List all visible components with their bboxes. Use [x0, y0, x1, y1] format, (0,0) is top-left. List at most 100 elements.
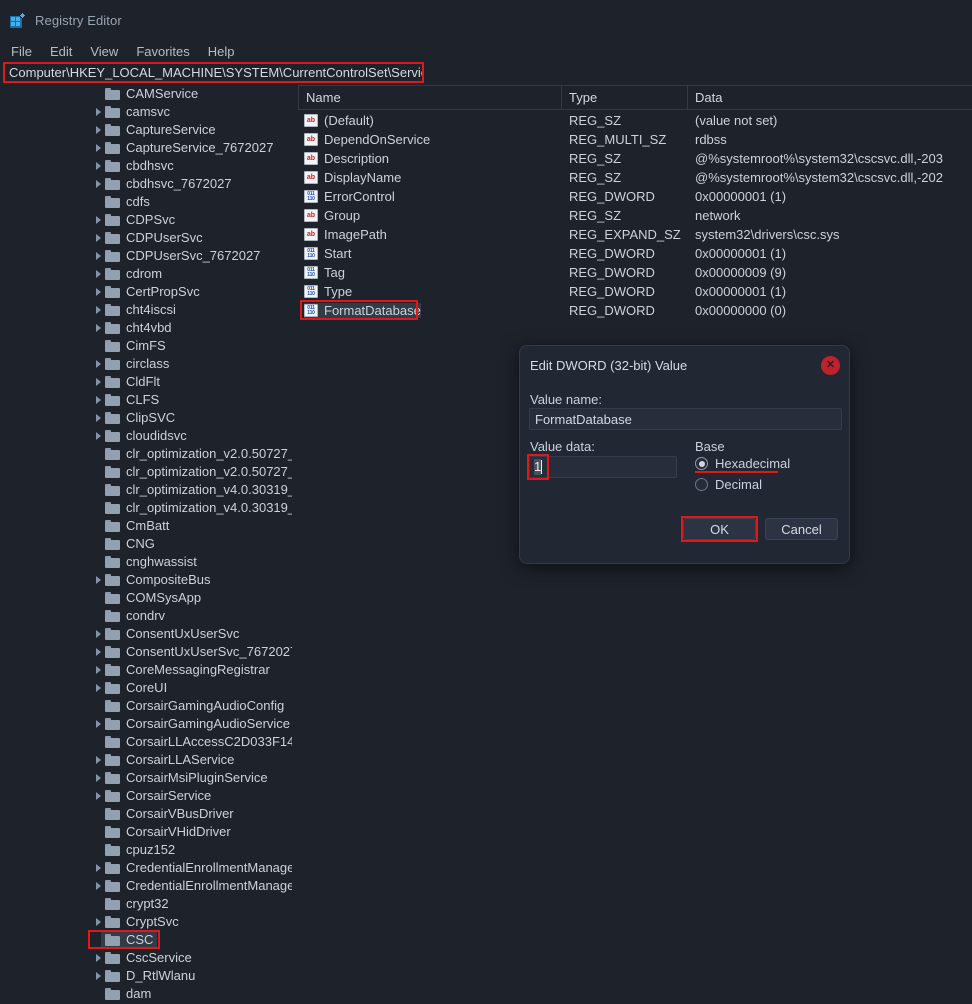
tree-item[interactable]: CorsairLLAccessC2D033F1471 [0, 733, 292, 751]
expand-chevron-icon[interactable] [92, 180, 105, 188]
menu-file[interactable]: File [2, 43, 41, 60]
tree-item[interactable]: CryptSvc [0, 913, 292, 931]
expand-chevron-icon[interactable] [92, 918, 105, 926]
value-name-input[interactable] [529, 408, 842, 430]
tree-item[interactable]: cbdhsvc [0, 157, 292, 175]
tree-item[interactable]: CorsairGamingAudioConfig [0, 697, 292, 715]
tree-item[interactable]: ConsentUxUserSvc_7672027 [0, 643, 292, 661]
registry-tree-pane[interactable]: CAMService camsvc CaptureService CaptureSer… [0, 85, 292, 1004]
expand-chevron-icon[interactable] [92, 954, 105, 962]
tree-item[interactable]: CAMService [0, 85, 292, 103]
tree-item[interactable]: CmBatt [0, 517, 292, 535]
expand-chevron-icon[interactable] [92, 882, 105, 890]
expand-chevron-icon[interactable] [92, 360, 105, 368]
expand-chevron-icon[interactable] [92, 720, 105, 728]
table-row[interactable]: 011 110 FormatDatabase REG_DWORD 0x00000000 … [298, 300, 972, 320]
expand-chevron-icon[interactable] [92, 288, 105, 296]
table-row[interactable]: 011 110 Start REG_DWORD 0x00000001 (1) [298, 244, 972, 263]
tree-item[interactable]: D_RtlWlanu [0, 967, 292, 985]
tree-item[interactable]: CimFS [0, 337, 292, 355]
value-data-input[interactable]: 1 [529, 456, 677, 478]
tree-item[interactable]: clr_optimization_v4.0.30319_6 [0, 499, 292, 517]
tree-item[interactable]: CertPropSvc [0, 283, 292, 301]
tree-item[interactable]: camsvc [0, 103, 292, 121]
tree-item[interactable]: clr_optimization_v2.0.50727_3 [0, 445, 292, 463]
ok-button[interactable]: OK [683, 518, 756, 540]
table-row[interactable]: ab DisplayName REG_SZ @%systemroot%\system3… [298, 168, 972, 187]
tree-item[interactable]: circlass [0, 355, 292, 373]
menu-help[interactable]: Help [199, 43, 244, 60]
expand-chevron-icon[interactable] [92, 432, 105, 440]
expand-chevron-icon[interactable] [92, 396, 105, 404]
menu-view[interactable]: View [81, 43, 127, 60]
expand-chevron-icon[interactable] [92, 270, 105, 278]
expand-chevron-icon[interactable] [92, 972, 105, 980]
tree-item[interactable]: CDPUserSvc_7672027 [0, 247, 292, 265]
expand-chevron-icon[interactable] [92, 306, 105, 314]
expand-chevron-icon[interactable] [92, 576, 105, 584]
tree-item[interactable]: COMSysApp [0, 589, 292, 607]
tree-item[interactable]: crypt32 [0, 895, 292, 913]
tree-item[interactable]: CaptureService [0, 121, 292, 139]
expand-chevron-icon[interactable] [92, 378, 105, 386]
tree-item[interactable]: clr_optimization_v2.0.50727_6 [0, 463, 292, 481]
tree-item[interactable]: CldFlt [0, 373, 292, 391]
tree-item[interactable]: cpuz152 [0, 841, 292, 859]
tree-item[interactable]: CredentialEnrollmentManage [0, 877, 292, 895]
expand-chevron-icon[interactable] [92, 324, 105, 332]
menu-edit[interactable]: Edit [41, 43, 81, 60]
column-header-data[interactable]: Data [688, 84, 972, 110]
tree-item[interactable]: CDPSvc [0, 211, 292, 229]
tree-item[interactable]: CorsairMsiPluginService [0, 769, 292, 787]
table-row[interactable]: 011 110 Type REG_DWORD 0x00000001 (1) [298, 282, 972, 301]
tree-item[interactable]: CSC [0, 930, 292, 949]
table-row[interactable]: ab Description REG_SZ @%systemroot%\system3… [298, 149, 972, 168]
tree-item[interactable]: CaptureService_7672027 [0, 139, 292, 157]
tree-item[interactable]: cht4vbd [0, 319, 292, 337]
table-row[interactable]: ab Group REG_SZ network [298, 206, 972, 225]
tree-item[interactable]: ClipSVC [0, 409, 292, 427]
table-row[interactable]: ab ImagePath REG_EXPAND_SZ system32\drivers… [298, 225, 972, 244]
column-header-name[interactable]: Name [298, 84, 562, 110]
table-row[interactable]: ab (Default) REG_SZ (value not set) [298, 111, 972, 130]
expand-chevron-icon[interactable] [92, 774, 105, 782]
tree-item[interactable]: CoreMessagingRegistrar [0, 661, 292, 679]
tree-item[interactable]: CompositeBus [0, 571, 292, 589]
expand-chevron-icon[interactable] [92, 234, 105, 242]
expand-chevron-icon[interactable] [92, 108, 105, 116]
table-row[interactable]: 011 110 Tag REG_DWORD 0x00000009 (9) [298, 263, 972, 282]
cancel-button[interactable]: Cancel [765, 518, 838, 540]
tree-item[interactable]: ConsentUxUserSvc [0, 625, 292, 643]
registry-path-input[interactable]: Computer\HKEY_LOCAL_MACHINE\SYSTEM\Curre… [3, 62, 424, 83]
tree-item[interactable]: CDPUserSvc [0, 229, 292, 247]
expand-chevron-icon[interactable] [92, 414, 105, 422]
radio-decimal[interactable]: Decimal [695, 477, 762, 492]
tree-item[interactable]: cht4iscsi [0, 301, 292, 319]
tree-item[interactable]: cnghwassist [0, 553, 292, 571]
expand-chevron-icon[interactable] [92, 864, 105, 872]
radio-hexadecimal[interactable]: Hexadecimal [695, 456, 790, 471]
expand-chevron-icon[interactable] [92, 144, 105, 152]
tree-item[interactable]: clr_optimization_v4.0.30319_3 [0, 481, 292, 499]
expand-chevron-icon[interactable] [92, 756, 105, 764]
tree-item[interactable]: CorsairVHidDriver [0, 823, 292, 841]
expand-chevron-icon[interactable] [92, 252, 105, 260]
column-header-type[interactable]: Type [562, 84, 688, 110]
expand-chevron-icon[interactable] [92, 684, 105, 692]
expand-chevron-icon[interactable] [92, 648, 105, 656]
expand-chevron-icon[interactable] [92, 666, 105, 674]
tree-item[interactable]: cloudidsvc [0, 427, 292, 445]
menu-favorites[interactable]: Favorites [127, 43, 198, 60]
tree-item[interactable]: condrv [0, 607, 292, 625]
table-row[interactable]: ab DependOnService REG_MULTI_SZ rdbss [298, 130, 972, 149]
expand-chevron-icon[interactable] [92, 126, 105, 134]
tree-item[interactable]: CNG [0, 535, 292, 553]
tree-item[interactable]: CLFS [0, 391, 292, 409]
tree-item[interactable]: CorsairLLAService [0, 751, 292, 769]
tree-item[interactable]: cdfs [0, 193, 292, 211]
tree-item[interactable]: dam [0, 985, 292, 1003]
tree-item[interactable]: cdrom [0, 265, 292, 283]
expand-chevron-icon[interactable] [92, 162, 105, 170]
close-icon[interactable]: ✕ [821, 356, 840, 375]
expand-chevron-icon[interactable] [92, 792, 105, 800]
